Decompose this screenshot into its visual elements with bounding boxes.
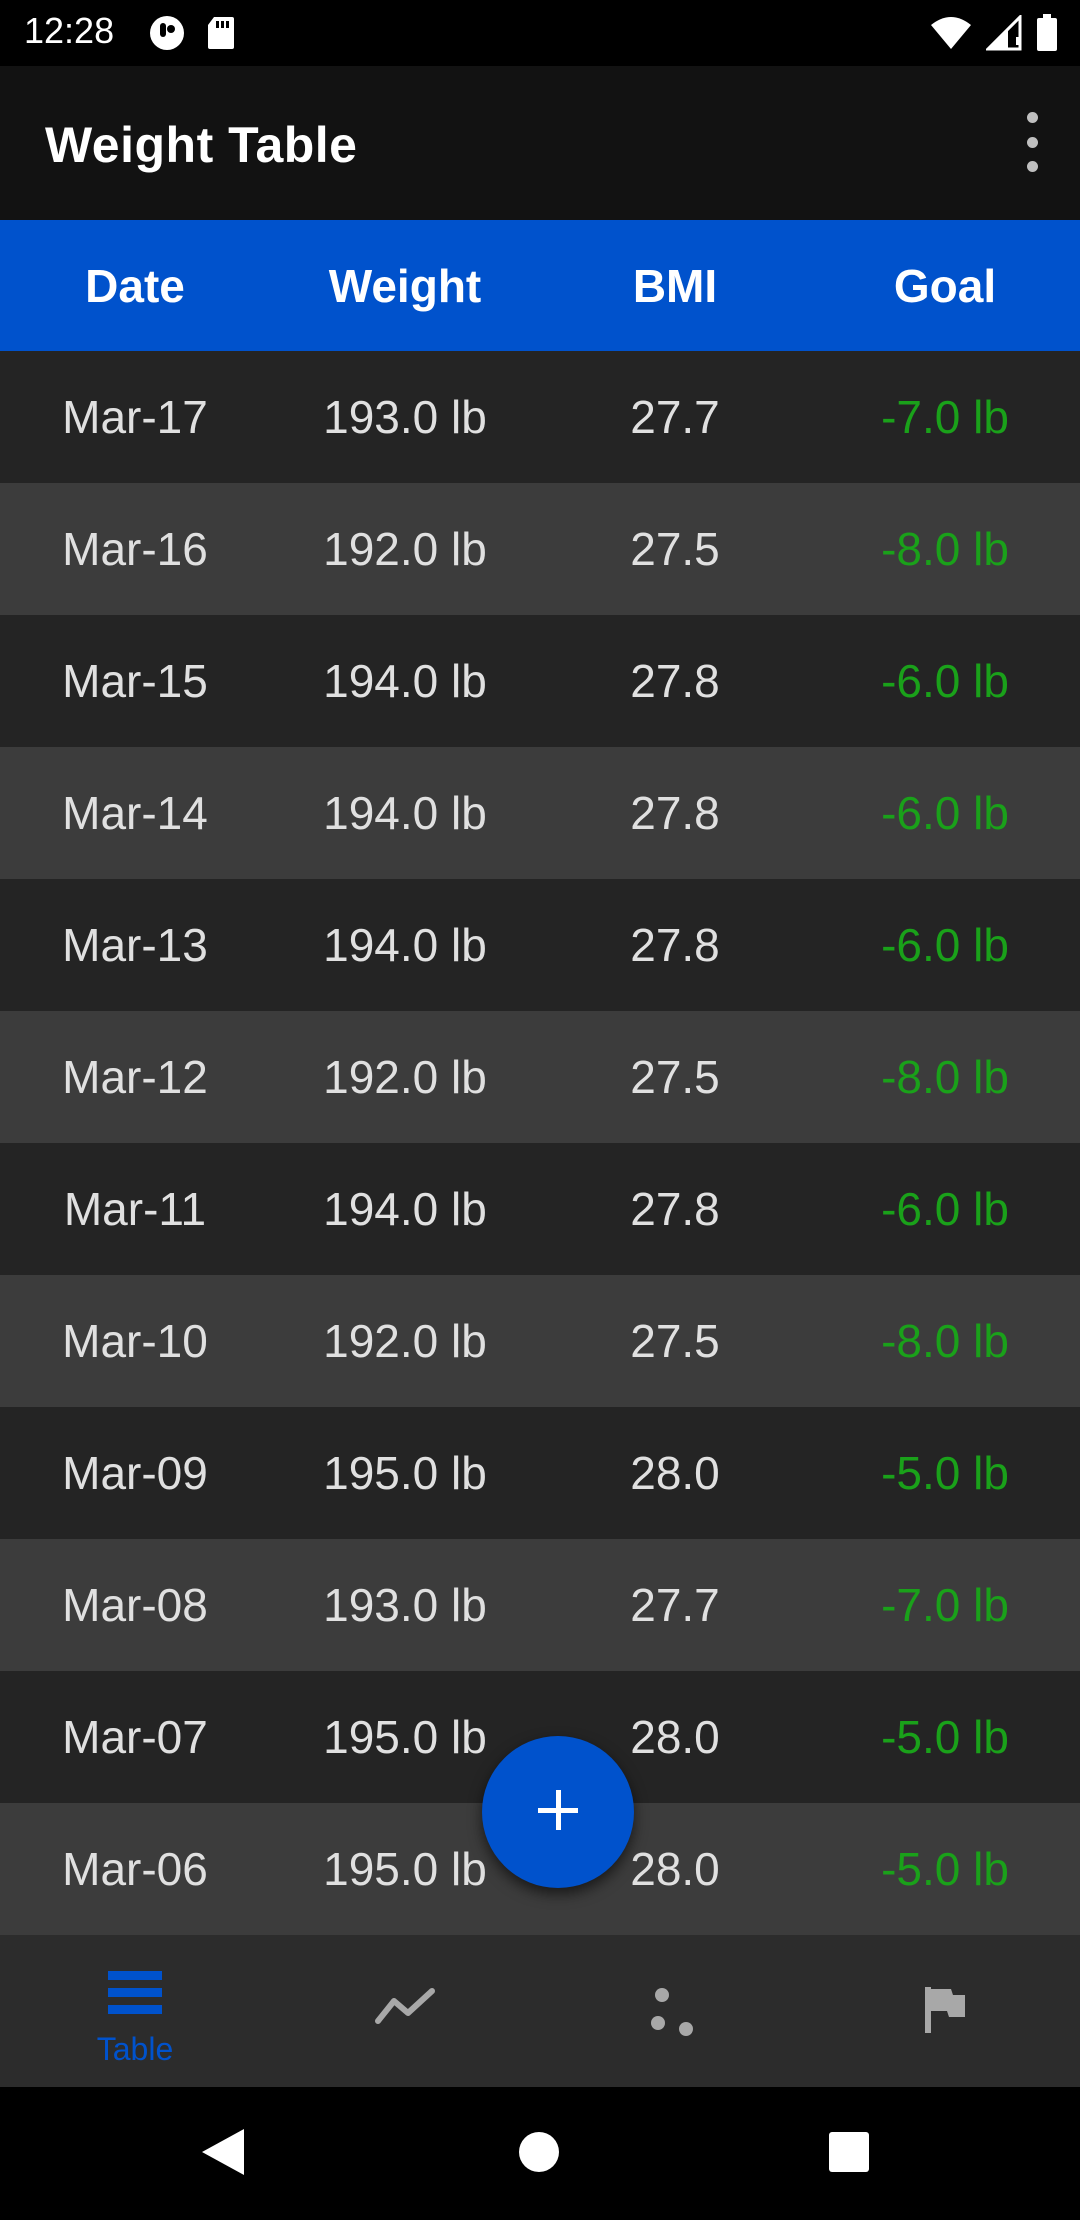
cell-date: Mar-13	[62, 919, 208, 971]
app-bar: Weight Table	[0, 66, 1080, 220]
cell-goal: -6.0 lb	[881, 787, 1009, 839]
cell-date: Mar-08	[62, 1579, 208, 1631]
back-icon[interactable]	[200, 2127, 246, 2182]
cell-date: Mar-09	[62, 1447, 208, 1499]
cell-weight: 192.0 lb	[323, 1051, 487, 1103]
cell-bmi: 27.8	[630, 1183, 720, 1235]
system-nav-bar	[0, 2087, 1080, 2220]
cell-bmi: 28.0	[630, 1447, 720, 1499]
cell-bmi: 27.5	[630, 1315, 720, 1367]
battery-icon	[1036, 14, 1058, 57]
cell-bmi: 27.8	[630, 787, 720, 839]
cell-weight: 192.0 lb	[323, 523, 487, 575]
cell-goal: -6.0 lb	[881, 655, 1009, 707]
cell-weight: 193.0 lb	[323, 1579, 487, 1631]
status-bar: 12:28	[0, 0, 1080, 66]
cell-weight: 194.0 lb	[323, 787, 487, 839]
nav-item-chart[interactable]	[270, 1935, 540, 2087]
bottom-nav: Table	[0, 1935, 1080, 2087]
more-vert-icon	[1026, 112, 1038, 123]
table-row[interactable]: Mar-15 194.0 lb 27.8 -6.0 lb	[0, 615, 1080, 747]
cell-weight: 192.0 lb	[323, 1315, 487, 1367]
wifi-icon	[930, 15, 972, 56]
header-goal[interactable]: Goal	[810, 220, 1080, 351]
cell-goal: -7.0 lb	[881, 1579, 1009, 1631]
cell-date: Mar-17	[62, 391, 208, 443]
cell-weight: 194.0 lb	[323, 919, 487, 971]
line-chart-icon	[374, 1987, 436, 2030]
nav-label-table: Table	[96, 2031, 174, 2067]
home-icon[interactable]	[518, 2131, 560, 2178]
nav-item-scatter[interactable]	[540, 1935, 810, 2087]
cell-goal: -8.0 lb	[881, 1315, 1009, 1367]
scatter-icon	[650, 1985, 700, 2042]
table-row[interactable]: Mar-11 194.0 lb 27.8 -6.0 lb	[0, 1143, 1080, 1275]
cell-goal: -6.0 lb	[881, 1183, 1009, 1235]
cell-goal: -5.0 lb	[881, 1711, 1009, 1763]
cell-bmi: 27.7	[630, 1579, 720, 1631]
cell-weight: 195.0 lb	[323, 1447, 487, 1499]
signal-icon	[984, 13, 1022, 56]
table-row[interactable]: Mar-17 193.0 lb 27.7 -7.0 lb	[0, 351, 1080, 483]
cell-weight: 193.0 lb	[323, 391, 487, 443]
sim-toolkit-icon	[148, 14, 186, 57]
cell-goal: -6.0 lb	[881, 919, 1009, 971]
table-row[interactable]: Mar-14 194.0 lb 27.8 -6.0 lb	[0, 747, 1080, 879]
status-right-icons	[930, 13, 1058, 57]
add-entry-button[interactable]	[482, 1736, 634, 1888]
cell-weight: 194.0 lb	[323, 1183, 487, 1235]
cell-date: Mar-07	[62, 1711, 208, 1763]
table-row[interactable]: Mar-10 192.0 lb 27.5 -8.0 lb	[0, 1275, 1080, 1407]
cell-date: Mar-12	[62, 1051, 208, 1103]
cell-bmi: 27.7	[630, 391, 720, 443]
cell-date: Mar-10	[62, 1315, 208, 1367]
table-list-icon	[108, 1969, 162, 2022]
cell-bmi: 27.8	[630, 919, 720, 971]
table-row[interactable]: Mar-12 192.0 lb 27.5 -8.0 lb	[0, 1011, 1080, 1143]
cell-date: Mar-11	[63, 1183, 207, 1235]
add-icon	[536, 1788, 580, 1837]
header-weight[interactable]: Weight	[270, 220, 540, 351]
cell-goal: -8.0 lb	[881, 1051, 1009, 1103]
table-header: Date Weight BMI Goal	[0, 220, 1080, 351]
nav-item-goal[interactable]	[810, 1935, 1080, 2087]
cell-goal: -7.0 lb	[881, 391, 1009, 443]
cell-weight: 195.0 lb	[323, 1711, 487, 1763]
cell-date: Mar-15	[62, 655, 208, 707]
more-options-button[interactable]	[1012, 112, 1052, 172]
cell-goal: -8.0 lb	[881, 523, 1009, 575]
cell-date: Mar-14	[62, 787, 208, 839]
cell-date: Mar-06	[62, 1843, 208, 1895]
cell-bmi: 27.5	[630, 1051, 720, 1103]
table-row[interactable]: Mar-13 194.0 lb 27.8 -6.0 lb	[0, 879, 1080, 1011]
table-row[interactable]: Mar-08 193.0 lb 27.7 -7.0 lb	[0, 1539, 1080, 1671]
cell-bmi: 27.5	[630, 523, 720, 575]
status-left-icons	[148, 14, 236, 57]
page-title: Weight Table	[45, 117, 358, 173]
cell-date: Mar-16	[62, 523, 208, 575]
header-bmi[interactable]: BMI	[540, 220, 810, 351]
header-date[interactable]: Date	[0, 220, 270, 351]
sd-card-icon	[206, 15, 236, 56]
flag-icon	[923, 1985, 967, 2040]
cell-bmi: 27.8	[630, 655, 720, 707]
table-body: Mar-17 193.0 lb 27.7 -7.0 lb Mar-16 192.…	[0, 351, 1080, 1935]
recents-icon[interactable]	[828, 2131, 870, 2178]
nav-item-table[interactable]: Table	[0, 1935, 270, 2087]
table-row[interactable]: Mar-09 195.0 lb 28.0 -5.0 lb	[0, 1407, 1080, 1539]
cell-weight: 194.0 lb	[323, 655, 487, 707]
cell-goal: -5.0 lb	[881, 1843, 1009, 1895]
cell-goal: -5.0 lb	[881, 1447, 1009, 1499]
table-row[interactable]: Mar-16 192.0 lb 27.5 -8.0 lb	[0, 483, 1080, 615]
status-time: 12:28	[24, 10, 115, 51]
